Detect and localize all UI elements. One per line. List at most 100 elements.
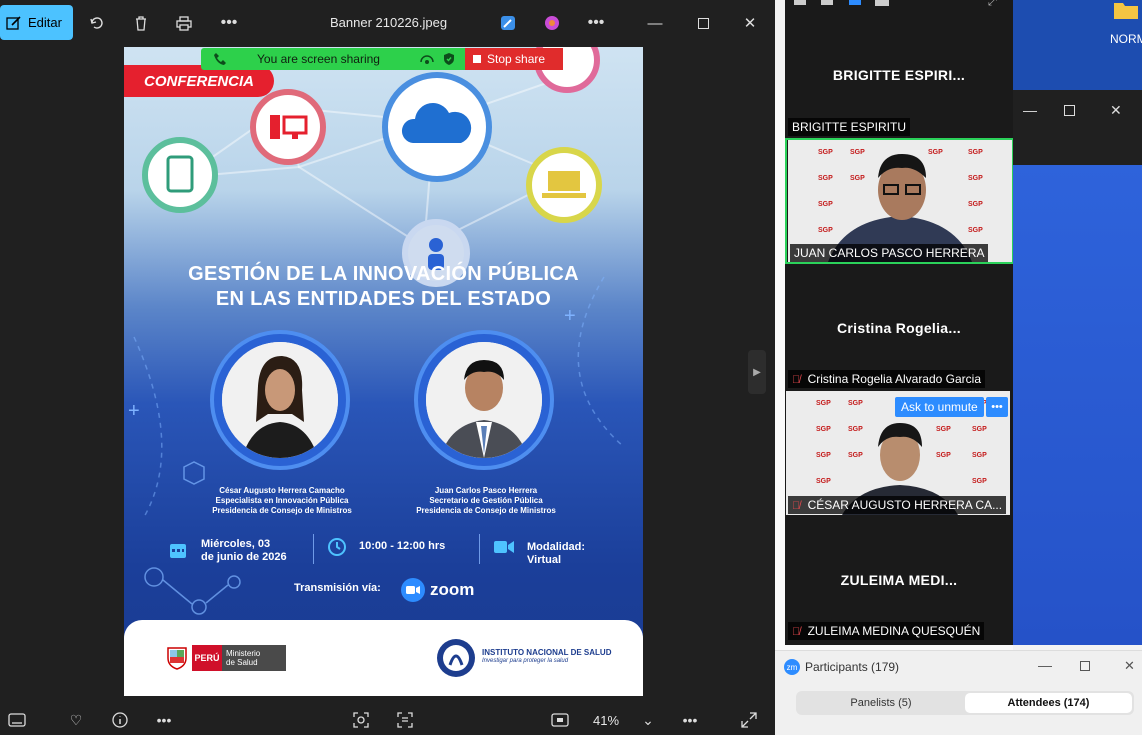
zoom-gallery-panel: ⤢ BRIGITTE ESPIRI... BRIGITTE ESPIRITU S… [785,0,1013,645]
svg-text:SGP: SGP [848,452,863,459]
next-image-arrow-icon[interactable]: ▶ [748,350,766,394]
shield-icon [443,52,455,66]
participant-tile[interactable]: Cristina Rogelia... 🎙̸ Cristina Rogelia … [785,264,1013,390]
banner-image: + + CONFERENCIA GESTIÓN DE LA INNOVACIÓN… [124,47,643,696]
maximize-icon[interactable] [1064,105,1075,116]
mic-muted-icon: 🎙̸ [792,374,801,386]
svg-text:SGP: SGP [968,175,983,182]
ins-subtitle: Investigar para proteger la salud [482,658,569,664]
laptop-icon [526,147,602,223]
sgp-logo-text: SGP [818,149,833,156]
speaker-1-photo [210,330,350,470]
participant-tile[interactable]: ZULEIMA MEDI... 🎙̸ ZULEIMA MEDINA QUESQU… [785,516,1013,642]
designer-edit-icon[interactable] [497,12,519,34]
event-time: 10:00 - 12:00 hrs [359,540,446,552]
clock-icon [327,537,347,557]
ask-to-unmute-button[interactable]: Ask to unmute [895,397,984,417]
folder-icon[interactable] [1113,0,1139,20]
close-icon[interactable]: ✕ [1124,658,1135,674]
edit-icon [6,15,22,31]
stop-icon [473,55,481,63]
mic-muted-icon: 🎙̸ [792,500,801,512]
favorite-heart-icon[interactable]: ♡ [66,710,86,730]
grid-view-icon[interactable] [875,0,889,6]
view-icon[interactable] [849,0,861,5]
svg-text:SGP: SGP [818,201,833,208]
overflow-menu-icon[interactable]: ••• [680,710,700,730]
svg-text:SGP: SGP [972,426,987,433]
file-title: Banner 210226.jpeg [330,15,448,30]
speaker-2-photo [414,330,554,470]
fullscreen-icon[interactable] [739,710,759,730]
minimize-icon[interactable]: — [1038,657,1052,673]
tab-panelists[interactable]: Panelists (5) [798,693,964,713]
participant-tile-active-speaker[interactable]: SGP SGP SGP SGP SGP SGP SGP SGP SGP SGP SGP JUA… [785,138,1013,264]
fit-to-window-icon[interactable] [550,710,570,730]
info-icon[interactable] [110,710,130,730]
delete-icon[interactable] [130,12,152,34]
svg-text:SGP: SGP [850,175,865,182]
scan-text-icon[interactable] [395,710,415,730]
right-window-content [1013,165,1142,645]
svg-text:SGP: SGP [816,426,831,433]
edit-button[interactable]: Editar [0,5,73,40]
print-icon[interactable] [173,12,195,34]
rotate-icon[interactable] [86,12,108,34]
filmstrip-icon[interactable] [7,710,27,730]
photos-app-window: Editar ••• Banner 210226.jpeg ••• — ✕ + … [0,0,775,735]
view-icon[interactable] [794,0,806,5]
minimize-icon[interactable]: — [1023,102,1037,118]
maximize-icon[interactable] [1080,661,1090,671]
visual-search-icon[interactable] [351,710,371,730]
computer-icon [250,89,326,165]
event-date: Miércoles, 03 de junio de 2026 [201,538,287,563]
photos-bottom-bar: ♡ ••• 41% ⌄ ••• [0,703,775,735]
overflow-menu-icon[interactable]: ••• [585,12,607,34]
svg-text:SGP: SGP [850,149,865,156]
expand-icon[interactable]: ⤢ [988,0,997,9]
stop-share-button[interactable]: Stop share [465,48,563,70]
network-signal-icon [419,52,435,66]
cloud-icon [382,72,492,182]
view-icon[interactable] [821,0,833,5]
chevron-down-icon[interactable]: ⌄ [638,710,658,730]
ins-title: INSTITUTO NACIONAL DE SALUD [482,648,612,657]
photos-toolbar: Editar ••• Banner 210226.jpeg ••• — ✕ [0,0,775,46]
ins-logo-icon [435,637,477,679]
svg-text:SGP: SGP [968,201,983,208]
maximize-icon[interactable] [688,10,718,36]
close-icon[interactable]: ✕ [1110,102,1122,119]
ministry-label: Ministerio de Salud [222,645,286,671]
divider [313,534,314,564]
svg-text:SGP: SGP [818,227,833,234]
divider [479,534,480,564]
participant-tile[interactable]: BRIGITTE ESPIRI... BRIGITTE ESPIRITU [785,12,1013,138]
svg-text:SGP: SGP [968,227,983,234]
svg-text:SGP: SGP [972,452,987,459]
banner-footer: PERÚ Ministerio de Salud INSTITUTO NACIO… [124,620,643,696]
participants-panel: zm Participants (179) — ✕ Panelists (5) … [775,650,1142,735]
svg-text:SGP: SGP [816,478,831,485]
phone-icon [213,52,227,66]
tab-attendees[interactable]: Attendees (174) [965,693,1132,713]
svg-text:SGP: SGP [848,426,863,433]
close-icon[interactable]: ✕ [735,10,765,36]
participant-tile[interactable]: SGPSGPSGPSGP SGPSGPSGPSGP SGPSGPSGPSGP S… [785,390,1013,516]
svg-text:SGP: SGP [936,426,951,433]
screen-sharing-status: You are screen sharing [257,52,380,66]
participants-title: Participants (179) [805,660,900,674]
zoom-camera-icon [401,578,425,602]
clipchamp-icon[interactable] [541,12,563,34]
more-options-icon[interactable]: ••• [154,710,174,730]
more-options-button[interactable]: ••• [986,397,1008,417]
mic-muted-icon: 🎙̸ [792,626,801,638]
more-options-icon[interactable]: ••• [218,12,240,34]
svg-text:SGP: SGP [848,400,863,407]
peru-coat-of-arms-icon [166,644,188,670]
zoom-level[interactable]: 41% [593,713,619,728]
event-mode: Modalidad: Virtual [527,541,586,566]
svg-text:SGP: SGP [818,175,833,182]
desktop-item-label: NORM [1110,32,1142,46]
minimize-icon[interactable]: — [640,10,670,36]
gallery-toolbar: ⤢ [785,0,1013,12]
